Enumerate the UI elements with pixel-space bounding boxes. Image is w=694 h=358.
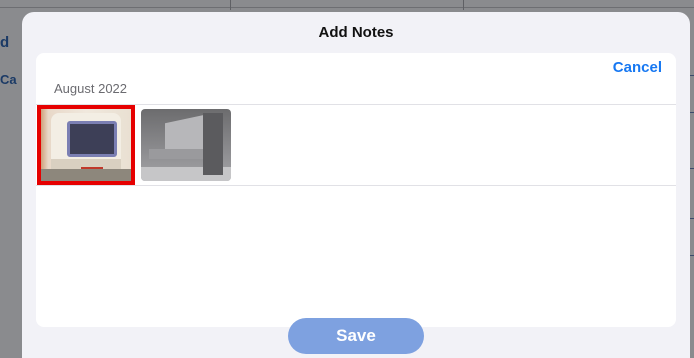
divider bbox=[36, 104, 676, 105]
divider bbox=[36, 185, 676, 186]
background-divider bbox=[0, 7, 694, 8]
bracket-post bbox=[203, 113, 223, 175]
background-divider bbox=[230, 0, 231, 10]
modal-title: Add Notes bbox=[318, 24, 394, 41]
background-divider bbox=[690, 255, 694, 256]
background-divider bbox=[690, 168, 694, 169]
background-text-fragment: Ca bbox=[0, 72, 17, 87]
background-divider bbox=[690, 112, 694, 113]
background-divider bbox=[463, 0, 464, 10]
save-button[interactable]: Save bbox=[288, 318, 424, 354]
cancel-button[interactable]: Cancel bbox=[613, 59, 662, 76]
instrument-screen bbox=[67, 121, 117, 157]
photo-thumbnail-bracket[interactable] bbox=[141, 109, 231, 181]
background-divider bbox=[690, 218, 694, 219]
section-header-date: August 2022 bbox=[54, 81, 128, 96]
photo-thumbnail-instrument[interactable] bbox=[37, 105, 135, 185]
instrument-base bbox=[41, 169, 131, 181]
background-text-fragment: d bbox=[0, 34, 10, 51]
add-notes-modal: Add Notes Cancel August 2022 Save bbox=[22, 12, 690, 358]
background-divider bbox=[690, 75, 694, 76]
photo-picker-panel: Cancel August 2022 bbox=[36, 53, 676, 327]
bracket-arm bbox=[149, 149, 209, 159]
